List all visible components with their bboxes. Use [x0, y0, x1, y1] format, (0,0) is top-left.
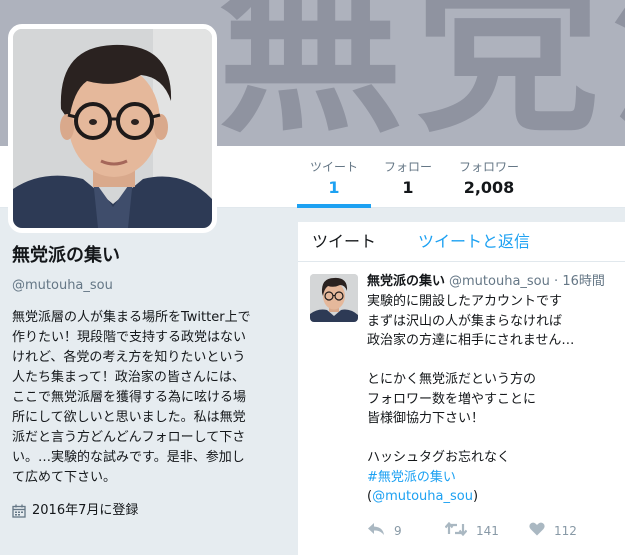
bio-line: て広めて下さい。 — [12, 470, 117, 485]
stat-following-label: フォロー — [383, 160, 432, 174]
tweet-header: 無党派の集い @mutouha_sou · 16時間 — [367, 273, 605, 291]
profile-name[interactable]: 無党派の集い — [12, 244, 284, 268]
tweet-line — [367, 429, 619, 449]
reply-icon — [367, 522, 385, 539]
bio-line: 無党派層の人が集まる場所をTwitter上で — [12, 310, 251, 325]
stat-followers-label: フォロワー — [458, 160, 519, 174]
profile-handle[interactable]: @mutouha_sou — [12, 277, 284, 295]
bio-line: 人たち集まって！政治家の皆さんには、 — [12, 370, 245, 385]
tweet-line: 実験的に開設したアカウントです — [367, 294, 563, 309]
bio-line: 所にして欲しいと思いました。私は無党 — [12, 410, 246, 425]
tweet-line: とにかく無党派だという方の — [367, 372, 537, 387]
tweet-line: 政治家の方達に相手にされません… — [367, 333, 575, 348]
reply-button[interactable]: 9 — [367, 522, 402, 539]
stat-followers-value: 2,008 — [463, 178, 515, 197]
tweet-line — [367, 351, 619, 371]
retweet-count: 141 — [476, 523, 499, 538]
tweet-separator: · — [554, 274, 559, 289]
tweet-line: ハッシュタグお忘れなく — [367, 450, 511, 465]
tweet-text: 実験的に開設したアカウントです まずは沢山の人が集まらなければ 政治家の方達に相… — [367, 292, 619, 507]
calendar-icon — [12, 504, 26, 518]
retweet-button[interactable]: 141 — [444, 521, 499, 539]
stat-tweets-label: ツイート — [309, 160, 358, 174]
profile-joined-date: 2016年7月に登録 — [12, 502, 284, 520]
tweet-avatar-photo — [310, 274, 358, 322]
like-button[interactable]: 112 — [529, 522, 577, 539]
tweet-actions: 9 141 112 — [367, 521, 619, 542]
bio-line: けれど、各党の考え方を知りたいという — [12, 350, 246, 365]
tweet-timestamp[interactable]: 16時間 — [562, 274, 605, 289]
stat-followers[interactable]: フォロワー 2,008 — [445, 146, 533, 208]
joined-text: 2016年7月に登録 — [32, 503, 139, 518]
stat-tweets-value: 1 — [328, 178, 340, 197]
stat-tweets[interactable]: ツイート 1 — [297, 146, 371, 208]
stat-following[interactable]: フォロー 1 — [371, 146, 445, 208]
timeline: ツイート ツイートと返信 無党派の集い @mutouha_sou · 16時間 実… — [298, 222, 625, 555]
tweet-hashtag-link[interactable]: #無党派の集い — [367, 468, 619, 488]
tweet-line: まずは沢山の人が集まらなければ — [367, 313, 563, 329]
timeline-tabs: ツイート ツイートと返信 — [298, 222, 625, 262]
tweet-author-name[interactable]: 無党派の集い — [367, 274, 445, 289]
profile-bio: 無党派層の人が集まる場所をTwitter上で 作りたい！現段階で支持する政党はな… — [12, 308, 270, 488]
avatar-photo — [13, 29, 212, 228]
banner-text: 無党派 — [218, 0, 625, 146]
tweet[interactable]: 無党派の集い @mutouha_sou · 16時間 実験的に開設したアカウントで… — [298, 263, 625, 555]
profile-avatar[interactable] — [8, 24, 217, 233]
bio-line: 派だと言う方どんどんフォローして下さ — [12, 430, 246, 445]
tweet-line: 皆様御協力下さい！ — [367, 411, 485, 426]
tweet-mention-link[interactable]: @mutouha_sou — [372, 489, 473, 504]
tab-tweets-and-replies[interactable]: ツイートと返信 — [418, 232, 530, 252]
tab-tweets[interactable]: ツイート — [312, 232, 376, 252]
reply-count: 9 — [394, 523, 402, 538]
heart-icon — [529, 522, 545, 539]
like-count: 112 — [554, 523, 577, 538]
bio-line: 作りたい！現段階で支持する政党はない — [12, 330, 247, 345]
bio-line: い。…実験的な試みです。是非、参加し — [12, 450, 245, 465]
tweet-author-handle[interactable]: @mutouha_sou — [449, 274, 550, 289]
bio-line: ここで無党派層を獲得する為に呟ける場 — [12, 390, 247, 405]
tweet-avatar[interactable] — [310, 274, 358, 322]
tweet-line: フォロワー数を増やすことに — [367, 391, 537, 407]
tweet-mention: (@mutouha_sou) — [367, 489, 479, 504]
stat-following-value: 1 — [402, 178, 414, 197]
retweet-icon — [444, 521, 468, 539]
profile-sidebar: 無党派の集い @mutouha_sou 無党派層の人が集まる場所をTwitter… — [12, 244, 284, 520]
